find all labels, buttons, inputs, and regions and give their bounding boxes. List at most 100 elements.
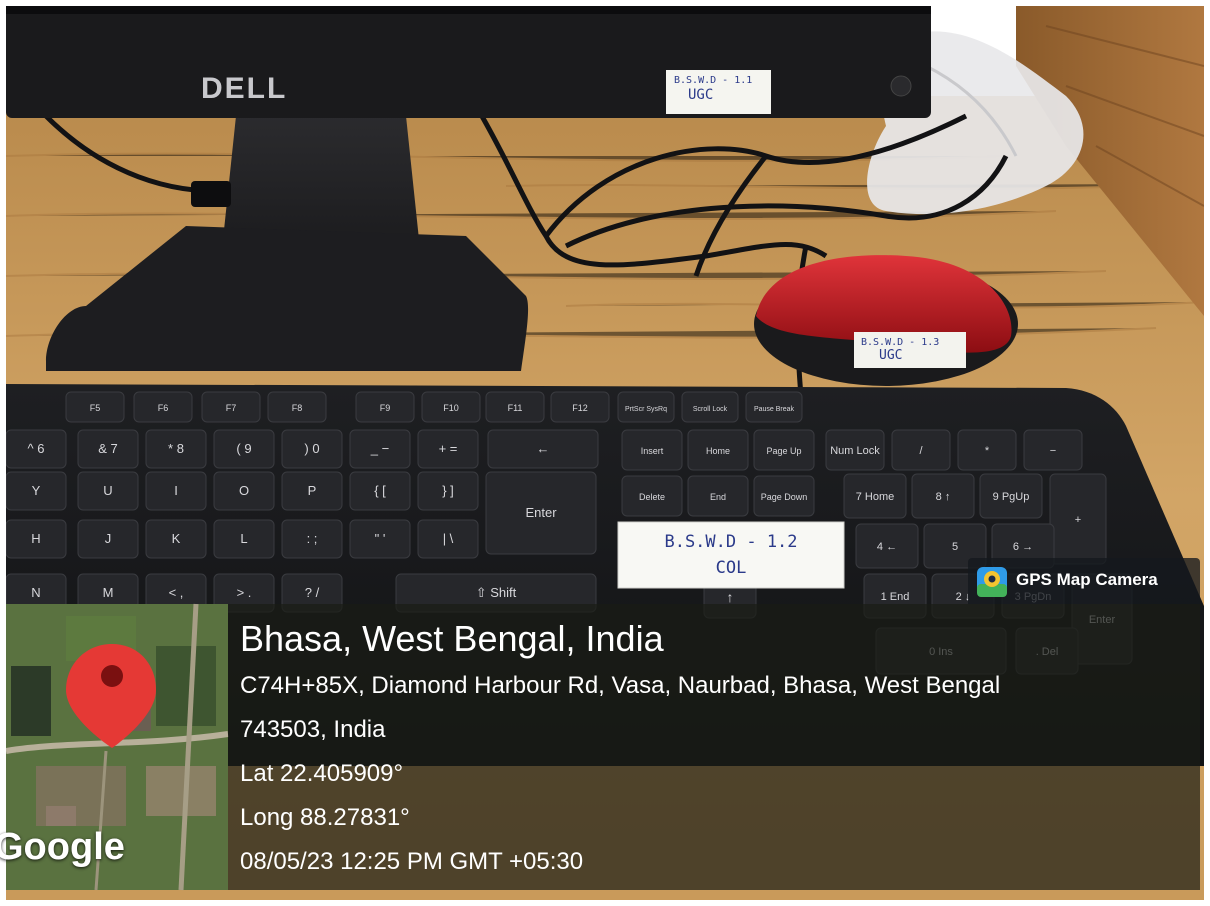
svg-text:Page Up: Page Up [766, 446, 801, 456]
key-f6: F6 [133, 391, 193, 423]
svg-text:F7: F7 [226, 403, 237, 413]
svg-text:P: P [308, 483, 317, 498]
svg-text:F6: F6 [158, 403, 169, 413]
svg-text:4 ←: 4 ← [877, 541, 897, 553]
svg-text:F11: F11 [508, 403, 523, 413]
location-info-panel: Bhasa, West Bengal, India C74H+85X, Diam… [228, 604, 1200, 890]
key-scroll-lock: Scroll Lock [681, 391, 739, 423]
svg-text:< ,: < , [169, 585, 184, 600]
key-numpad-0: Num Lock [825, 429, 885, 471]
key-8: Y [6, 471, 67, 511]
svg-text:F10: F10 [443, 403, 459, 413]
key-18: K [145, 519, 207, 559]
key-22: | \ [417, 519, 479, 559]
svg-text:Pause Break: Pause Break [754, 406, 795, 413]
key-numpad-3: − [1023, 429, 1083, 471]
key-nav-3: Delete [621, 475, 683, 517]
svg-text:* 8: * 8 [168, 441, 184, 456]
key-f5: F5 [65, 391, 125, 423]
svg-text:Scroll Lock: Scroll Lock [693, 406, 728, 413]
key-numpad-2: * [957, 429, 1017, 471]
svg-text:1 End: 1 End [881, 591, 910, 603]
svg-text:K: K [172, 531, 181, 546]
keyboard-label-text: B.S.W.D - 1.2 COL [646, 529, 816, 581]
gps-map-camera-badge: GPS Map Camera [968, 558, 1200, 604]
key-numpad-4: 7 Home [843, 473, 907, 519]
key-4: ) 0 [281, 429, 343, 469]
address-line-1: C74H+85X, Diamond Harbour Rd, Vasa, Naur… [240, 672, 1001, 699]
svg-text:{ [: { [ [374, 483, 386, 498]
monitor-brand-logo: DELL [201, 72, 287, 105]
svg-text:F5: F5 [90, 403, 101, 413]
svg-text:L: L [240, 531, 247, 546]
svg-text:PrtScr SysRq: PrtScr SysRq [625, 406, 667, 413]
svg-text:| \: | \ [443, 531, 454, 546]
svg-text:" ': " ' [375, 531, 386, 546]
svg-text:9 PgUp: 9 PgUp [993, 491, 1030, 503]
key-nav-5: Page Down [753, 475, 815, 517]
google-attribution: Google [0, 826, 125, 868]
svg-text:N: N [31, 585, 40, 600]
svg-text:U: U [103, 483, 112, 498]
svg-text:? /: ? / [305, 585, 320, 600]
svg-text:H: H [31, 531, 40, 546]
key-nav-4: End [687, 475, 749, 517]
svg-text:^ 6: ^ 6 [28, 441, 45, 456]
key-f7: F7 [201, 391, 261, 423]
svg-text:Enter: Enter [525, 505, 557, 520]
latitude: Lat 22.405909° [240, 760, 404, 787]
key-numpad-1: / [891, 429, 951, 471]
monitor-label-line1: B.S.W.D - 1.1 [674, 75, 753, 86]
monitor-label-line2: UGC [688, 87, 714, 103]
svg-text:: ;: : ; [307, 531, 318, 546]
key-6: + = [417, 429, 479, 469]
svg-text:*: * [985, 445, 990, 457]
svg-text:Page Down: Page Down [761, 492, 808, 502]
key-14: } ] [417, 471, 479, 511]
key-3: ( 9 [213, 429, 275, 469]
keyboard-label-line1: B.S.W.D - 1.2 [664, 532, 798, 552]
svg-text:+ =: + = [439, 441, 458, 456]
key-1: & 7 [77, 429, 139, 469]
key-10: I [145, 471, 207, 511]
svg-text:Home: Home [706, 446, 730, 456]
svg-text:Num Lock: Num Lock [830, 445, 880, 457]
photo-frame: DELL F5 F6 F7 F8 F9 F10 F11 F12 PrtScr SysRq Scro… [0, 0, 1210, 906]
svg-text:F8: F8 [292, 403, 303, 413]
key-nav-2: Page Up [753, 429, 815, 471]
svg-text:> .: > . [237, 585, 252, 600]
svg-text:( 9: ( 9 [236, 441, 251, 456]
key-pause-break: Pause Break [745, 391, 803, 423]
svg-text:⇧ Shift: ⇧ Shift [476, 585, 517, 600]
svg-text:} ]: } ] [442, 483, 454, 498]
svg-text:↑: ↑ [727, 589, 734, 605]
key-f10: F10 [421, 391, 481, 423]
svg-text:O: O [239, 483, 249, 498]
svg-text:Insert: Insert [641, 446, 664, 456]
key-numpad-6: 9 PgUp [979, 473, 1043, 519]
key-13: { [ [349, 471, 411, 511]
svg-text:+: + [1075, 514, 1081, 526]
key-numpad-7: + [1049, 473, 1107, 565]
key-17: J [77, 519, 139, 559]
power-button [890, 75, 912, 97]
svg-text:F12: F12 [572, 403, 588, 413]
camera-location-icon [977, 567, 1007, 597]
monitor-label-text: B.S.W.D - 1.1 UGC [674, 74, 752, 102]
mouse-label-line2: UGC [879, 348, 903, 363]
svg-text:I: I [174, 483, 178, 498]
key-21: " ' [349, 519, 411, 559]
svg-text:) 0: ) 0 [304, 441, 319, 456]
key-20: : ; [281, 519, 343, 559]
svg-text:M: M [103, 585, 114, 600]
key-12: P [281, 471, 343, 511]
svg-text:J: J [105, 531, 112, 546]
key-7: ← [487, 429, 599, 469]
key-prtscr-sysrq: PrtScr SysRq [617, 391, 675, 423]
svg-text:6 →: 6 → [1013, 541, 1033, 553]
svg-text:Y: Y [32, 483, 41, 498]
svg-text:F9: F9 [380, 403, 391, 413]
key-nav-0: Insert [621, 429, 683, 471]
key-numpad-5: 8 ↑ [911, 473, 975, 519]
svg-text:←: ← [537, 441, 550, 456]
